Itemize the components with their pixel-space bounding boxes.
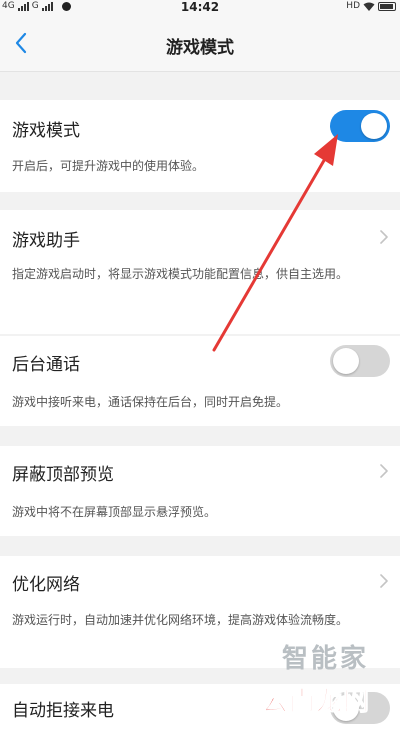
watermark-gray: 智能家	[282, 644, 370, 674]
hd-label: HD	[346, 1, 360, 11]
setting-background-call: 后台通话 游戏中接听来电，通话保持在后台，同时开启免提。	[0, 336, 400, 426]
toggle-knob	[333, 348, 359, 374]
setting-description: 游戏中将不在屏幕顶部显示悬浮预览。	[12, 505, 217, 519]
nav-bar: 游戏模式	[0, 14, 400, 72]
wifi-icon	[363, 2, 375, 11]
setting-game-mode: 游戏模式 开启后，可提升游戏中的使用体验。	[0, 100, 400, 192]
watermark-red: 云南龙网	[261, 687, 371, 718]
chevron-right-icon	[380, 464, 388, 478]
signal-icon-2	[41, 2, 53, 11]
network-type-label-2: G	[31, 1, 39, 11]
setting-game-assistant[interactable]: 游戏助手 指定游戏启动时，将显示游戏模式功能配置信息，供自主选用。	[0, 210, 400, 334]
toggle-knob	[361, 113, 387, 139]
setting-description: 游戏中接听来电，通话保持在后台，同时开启免提。	[12, 395, 289, 409]
setting-title: 自动拒接来电	[12, 701, 114, 721]
signal-icon	[17, 2, 29, 11]
setting-title: 游戏模式	[12, 121, 80, 141]
back-chevron-icon[interactable]	[10, 30, 34, 56]
status-bar: 4G G 14:42 HD	[0, 0, 400, 14]
battery-icon	[378, 2, 396, 11]
setting-description: 开启后，可提升游戏中的使用体验。	[12, 159, 205, 173]
setting-title: 优化网络	[12, 575, 80, 595]
page-title: 游戏模式	[166, 38, 234, 58]
game-mode-toggle[interactable]	[330, 110, 390, 142]
setting-description: 游戏运行时，自动加速并优化网络环境，提高游戏体验流畅度。	[12, 613, 349, 627]
setting-title: 游戏助手	[12, 231, 80, 251]
status-right: HD	[346, 0, 396, 13]
network-type-label: 4G	[2, 1, 15, 11]
setting-description: 指定游戏启动时，将显示游戏模式功能配置信息，供自主选用。	[12, 267, 349, 281]
chevron-right-icon	[380, 574, 388, 588]
background-call-toggle[interactable]	[330, 345, 390, 377]
notification-dot-icon	[61, 2, 71, 11]
setting-block-top-preview[interactable]: 屏蔽顶部预览 游戏中将不在屏幕顶部显示悬浮预览。	[0, 446, 400, 536]
chevron-right-icon	[380, 230, 388, 244]
setting-title: 屏蔽顶部预览	[12, 465, 114, 485]
setting-title: 后台通话	[12, 355, 80, 375]
status-left: 4G G	[2, 0, 71, 13]
